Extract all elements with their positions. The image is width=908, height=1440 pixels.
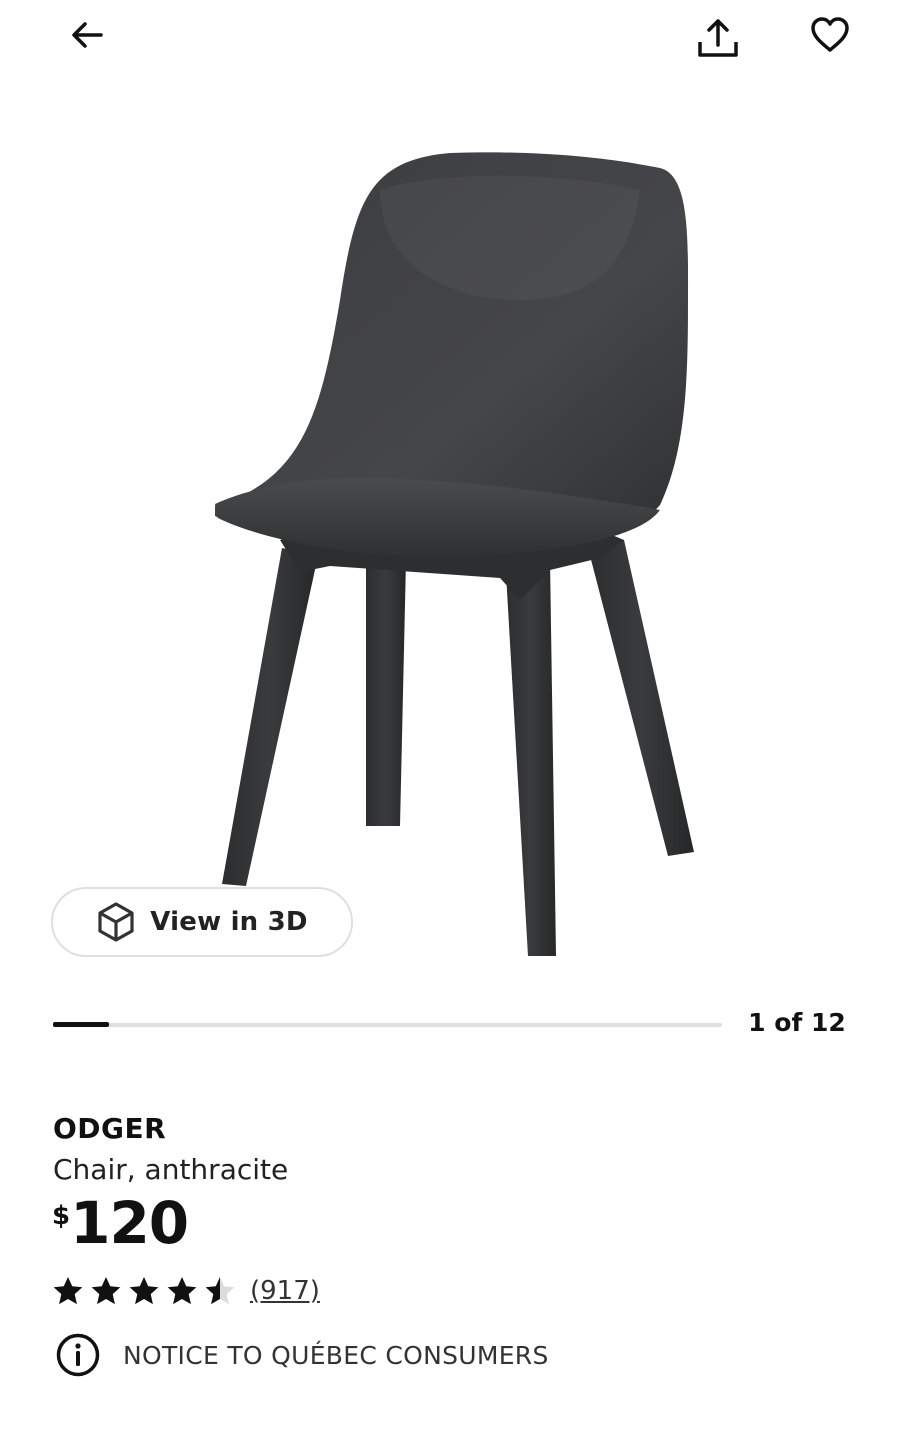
product-name: ODGER [53, 1112, 167, 1145]
notice-text: NOTICE TO QUÉBEC CONSUMERS [123, 1340, 549, 1370]
view-in-3d-button[interactable]: View in 3D [51, 887, 353, 957]
star-icon [91, 1277, 121, 1305]
rating-stars [52, 1275, 236, 1307]
star-icon [205, 1277, 235, 1305]
product-description: Chair, anthracite [53, 1153, 289, 1186]
price-value: 120 [70, 1189, 189, 1257]
favorite-button[interactable] [802, 7, 858, 63]
cube-icon [98, 902, 134, 942]
heart-outline-icon [811, 17, 849, 52]
view-in-3d-label: View in 3D [150, 907, 308, 937]
product-image[interactable] [150, 120, 770, 980]
quebec-notice-link[interactable]: NOTICE TO QUÉBEC CONSUMERS [55, 1332, 549, 1378]
product-price: $ 120 [52, 1189, 189, 1257]
gallery-progress-bar [53, 1022, 722, 1027]
info-circle-icon [56, 1333, 100, 1377]
star-icon [53, 1277, 83, 1305]
review-count-link[interactable]: (917) [250, 1276, 320, 1306]
arrow-left-icon [72, 22, 103, 48]
share-button[interactable] [690, 10, 746, 66]
gallery-progress-indicator [53, 1022, 109, 1027]
product-rating[interactable]: (917) [52, 1275, 320, 1307]
back-button[interactable] [59, 7, 115, 63]
product-page: View in 3D 1 of 12 ODGER Chair, anthraci… [0, 0, 908, 1440]
star-icon [129, 1277, 159, 1305]
price-currency: $ [52, 1201, 71, 1231]
share-icon [698, 19, 738, 57]
star-icon [167, 1277, 197, 1305]
gallery-position: 1 of 12 [748, 1008, 846, 1037]
